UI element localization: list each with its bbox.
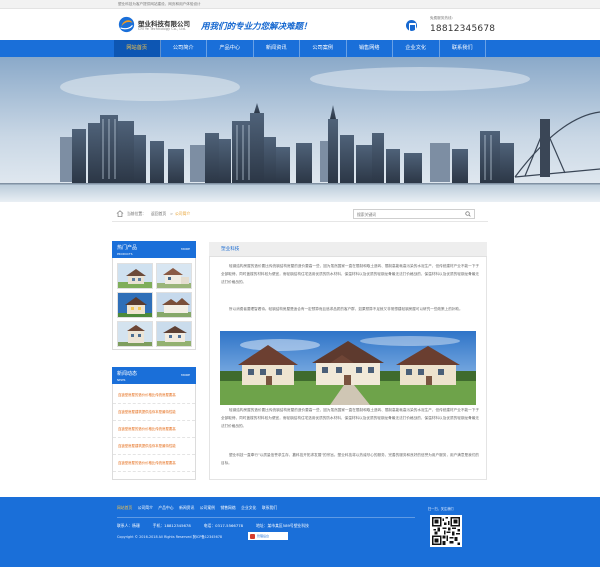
nav-item-news[interactable]: 新闻资讯 — [254, 40, 300, 57]
footer-contact: 联系人：杨珊 手机：18812345678 电话：0317-5566778 地址… — [117, 523, 322, 529]
products-title: 热门产品 — [117, 245, 138, 251]
footer-nav-contact[interactable]: 联系我们 — [262, 505, 277, 511]
footer-nav-culture[interactable]: 企业文化 — [241, 505, 256, 511]
qr-code — [430, 515, 462, 547]
nav-item-contact[interactable]: 联系我们 — [440, 40, 486, 57]
news-panel-header: 新闻动态 NEWS MORE — [112, 367, 196, 384]
footer-nav-cases[interactable]: 公司案例 — [200, 505, 215, 511]
nav-item-cases[interactable]: 公司案例 — [300, 40, 347, 57]
company-name-en: Chi Ye Technology Co., Ltd. — [138, 27, 187, 31]
nav-item-sales[interactable]: 销售网络 — [347, 40, 393, 57]
breadcrumb-bar: 当前位置： 返回首页 > 公司简介 — [112, 206, 488, 222]
search-input[interactable] — [357, 210, 457, 218]
nav-item-culture[interactable]: 企业文化 — [393, 40, 440, 57]
hotline-label: 免费服务热线： — [430, 16, 456, 20]
news-item[interactable]: 连锁型房屋的造价价格比传统房屋要高 — [113, 421, 195, 438]
footer-nav-news[interactable]: 新闻资讯 — [179, 505, 194, 511]
footer-nav-products[interactable]: 产品中心 — [158, 505, 173, 511]
footer-nav-sales[interactable]: 销售网络 — [220, 505, 235, 511]
products-subtitle: PRODUCTS — [117, 251, 133, 256]
main-nav: 网站首页 公司简介 产品中心 新闻资讯 公司案例 销售网络 企业文化 联系我们 — [0, 40, 600, 57]
news-item[interactable]: 连锁型房屋建筑提供给你本是最特性能 — [113, 404, 195, 421]
nav-item-home[interactable]: 网站首页 — [114, 40, 161, 57]
news-panel: 连锁型房屋的造价价格比传统房屋要高 连锁型房屋建筑提供给你本是最特性能 连锁型房… — [112, 384, 196, 480]
content-paragraph-2: 所以消费者要理智看待。轻钢结构房屋是适合有一定预算而且追求品质的客户群，如果预算… — [229, 307, 463, 311]
products-panel — [112, 258, 196, 350]
footer-contact-person: 联系人：杨珊 — [117, 523, 140, 528]
product-thumb-4[interactable] — [156, 292, 192, 318]
content-paragraph-1: 轻钢结构房屋的造价要比传统钢结构房屋的造价要高一些，因为虽然国家一直在限制和取土… — [221, 264, 479, 284]
news-item[interactable]: 连锁型房屋建筑提供给你本是最特性能 — [113, 438, 195, 455]
admin-badge[interactable]: 管理后台 — [248, 532, 288, 540]
content-title: 塑业科技 — [221, 247, 240, 252]
product-thumb-3[interactable] — [117, 292, 153, 318]
breadcrumb-home-link[interactable]: 返回首页 — [151, 211, 166, 217]
news-item[interactable]: 连锁型房屋的造价价格比传统房屋要高 — [113, 387, 195, 404]
content-header: 塑业科技 — [209, 242, 487, 257]
houses-photo — [220, 331, 476, 405]
product-thumb-1[interactable] — [117, 263, 153, 289]
breadcrumb-label: 当前位置： — [127, 211, 146, 216]
news-title: 新闻动态 — [117, 371, 138, 377]
hotline-number: 18812345678 — [430, 24, 496, 34]
top-strip: 塑业科技为客户提供网站建设、网页和用户体验设计 — [0, 0, 600, 9]
products-panel-header: 热门产品 PRODUCTS MORE — [112, 241, 196, 258]
breadcrumb-current: 公司简介 — [175, 211, 191, 216]
city-skyline-image — [0, 57, 600, 202]
breadcrumb-separator: > — [170, 211, 174, 216]
site-footer: 网站首页 公司简介 产品中心 新闻资讯 公司案例 销售网络 企业文化 联系我们 … — [0, 497, 600, 567]
content-paragraph-4: 塑业科技一直奉行"以质量信誉求生存，靠科技开拓求发展"的宗旨。塑业科技将以热诚尽… — [221, 453, 479, 465]
footer-nav-home[interactable]: 网站首页 — [117, 505, 132, 511]
footer-divider — [117, 517, 415, 518]
phone-icon — [406, 20, 417, 32]
product-thumb-6[interactable] — [156, 321, 192, 347]
news-more-link[interactable]: MORE — [181, 373, 190, 377]
footer-nav-about[interactable]: 公司简介 — [138, 505, 153, 511]
hero-banner — [0, 57, 600, 202]
content-paragraph-3: 轻钢结构房屋的造价要比传统钢结构房屋的造价要高一些，因为虽然国家一直在限制和取土… — [221, 408, 479, 428]
product-thumb-5[interactable] — [117, 321, 153, 347]
qr-label: 扫一扫，关注我们 — [428, 507, 454, 511]
footer-copyright: Copyright © 2016-2018 All Rights Reserve… — [117, 535, 223, 539]
search-icon[interactable] — [465, 211, 471, 217]
slogan: 用我们的专业力您解决难题！ — [201, 22, 312, 32]
search-box — [353, 209, 475, 219]
footer-nav: 网站首页 公司简介 产品中心 新闻资讯 公司案例 销售网络 企业文化 联系我们 — [117, 505, 283, 511]
logo-icon[interactable] — [118, 16, 135, 33]
welcome-text: 塑业科技为客户提供网站建设、网页和用户体验设计 — [118, 2, 201, 6]
news-item[interactable]: 连锁型房屋的造价价格比传统房屋要高 — [113, 455, 195, 472]
site-header: 塑业科技有限公司 Chi Ye Technology Co., Ltd. 用我们… — [0, 9, 600, 40]
home-icon — [116, 210, 124, 217]
news-subtitle: NEWS — [117, 377, 126, 382]
nav-item-products[interactable]: 产品中心 — [207, 40, 254, 57]
product-thumb-2[interactable] — [156, 263, 192, 289]
products-more-link[interactable]: MORE — [181, 247, 190, 251]
footer-phone: 电话：0317-5566778 — [203, 523, 244, 528]
nav-item-about[interactable]: 公司简介 — [161, 40, 207, 57]
footer-mobile: 手机：18812345678 — [152, 523, 191, 528]
footer-address: 地址：某市某区589号塑业科技 — [256, 523, 309, 528]
